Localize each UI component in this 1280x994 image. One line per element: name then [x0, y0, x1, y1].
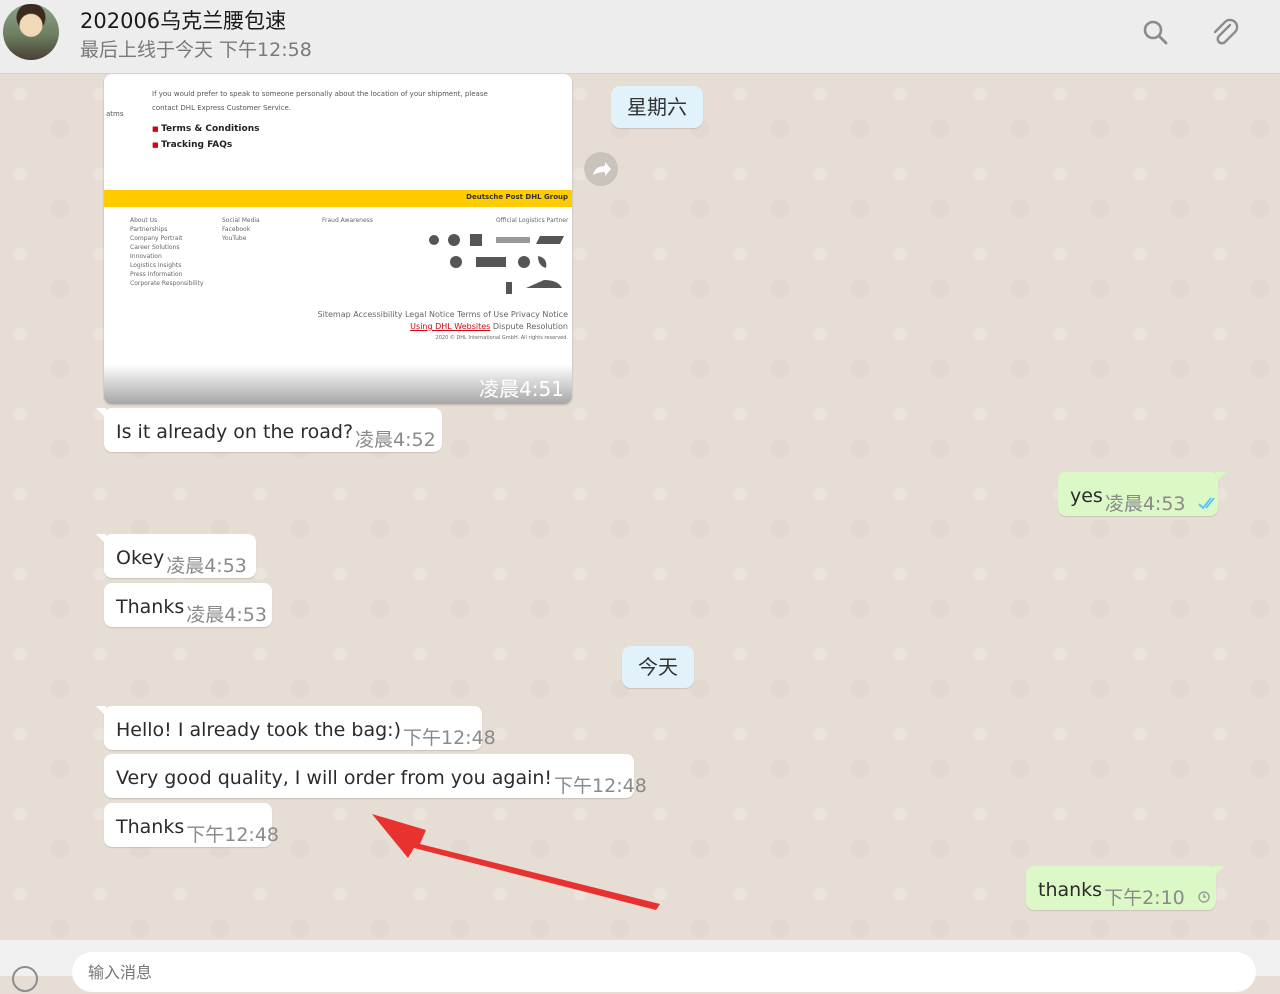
annotation-arrow — [372, 814, 660, 910]
incoming-message[interactable]: Is it already on the road? 凌晨4:52 — [96, 408, 442, 452]
doc-side-label: atms — [106, 110, 124, 118]
outgoing-message[interactable]: yes 凌晨4:53 — [1058, 472, 1226, 516]
doc-copyright: 2020 © DHL International GmbH. All right… — [435, 335, 568, 341]
last-seen-status: 最后上线于今天 下午12:58 — [80, 39, 312, 61]
message-text: Is it already on the road? — [116, 421, 354, 443]
doc-intro-text: If you would prefer to speak to someone … — [152, 90, 488, 98]
incoming-message[interactable]: Okey 凌晨4:53 — [96, 534, 256, 578]
message-time: 下午2:10 — [1104, 887, 1185, 909]
contact-avatar[interactable] — [3, 4, 59, 60]
message-text: Thanks — [116, 816, 185, 838]
partner-logos-image — [429, 234, 564, 294]
message-time: 下午12:48 — [186, 824, 280, 846]
pending-clock-icon — [1198, 891, 1210, 903]
message-time: 下午12:48 — [403, 727, 496, 749]
date-separator: 星期六 — [611, 86, 703, 128]
message-time: 凌晨4:53 — [186, 604, 267, 626]
incoming-message[interactable]: Very good quality, I will order from you… — [104, 754, 647, 798]
doc-footer-social: Social Media Facebook YouTube — [222, 217, 260, 242]
incoming-message[interactable]: Thanks 下午12:48 — [104, 803, 279, 847]
message-time: 凌晨4:51 — [479, 377, 564, 401]
message-text: yes — [1070, 485, 1103, 507]
message-text: thanks — [1038, 879, 1103, 901]
doc-footer-partner: Official Logistics Partner — [496, 217, 569, 224]
paperclip-icon[interactable] — [1208, 16, 1242, 50]
doc-footer-about: About Us Partnerships Company Portrait C… — [130, 217, 204, 287]
message-list[interactable]: If you would prefer to speak to someone … — [0, 74, 1280, 940]
message-text: Thanks — [116, 596, 185, 618]
message-time: 下午12:48 — [554, 775, 647, 797]
message-text: Hello! I already took the bag:) — [116, 719, 401, 741]
message-time: 凌晨4:52 — [355, 429, 436, 451]
doc-contact-text: contact DHL Express Customer Service. — [152, 104, 292, 112]
emoji-icon[interactable] — [10, 964, 40, 994]
outgoing-message[interactable]: thanks 下午2:10 — [1026, 866, 1224, 910]
doc-link-terms: Terms & Conditions — [152, 124, 259, 134]
message-time: 凌晨4:53 — [1104, 493, 1186, 515]
doc-footer-links-2: Using DHL Websites Dispute Resolution — [410, 322, 568, 331]
dhl-yellow-banner: Deutsche Post DHL Group — [104, 190, 572, 207]
message-input[interactable] — [72, 952, 1256, 992]
doc-link-dispute: Dispute Resolution — [492, 322, 568, 331]
doc-footer-fraud: Fraud Awareness — [322, 217, 373, 224]
doc-footer-links: Sitemap Accessibility Legal Notice Terms… — [317, 310, 568, 319]
chat-header: 202006乌克兰腰包速 最后上线于今天 下午12:58 — [0, 0, 1280, 74]
incoming-message[interactable]: Thanks 凌晨4:53 — [104, 583, 272, 627]
date-separator: 今天 — [622, 646, 694, 688]
composer-bar — [0, 940, 1280, 992]
dhl-banner-text: Deutsche Post DHL Group — [466, 193, 568, 201]
doc-link-using-dhl: Using DHL Websites — [410, 322, 491, 331]
contact-name[interactable]: 202006乌克兰腰包速 — [80, 5, 286, 35]
search-icon[interactable] — [1138, 16, 1172, 50]
message-text: Very good quality, I will order from you… — [116, 767, 553, 789]
double-check-icon — [1197, 497, 1215, 510]
incoming-message[interactable]: Hello! I already took the bag:) 下午12:48 — [96, 706, 496, 750]
doc-link-tracking-faqs: Tracking FAQs — [152, 140, 232, 150]
image-message[interactable]: If you would prefer to speak to someone … — [104, 74, 572, 404]
message-time: 凌晨4:53 — [166, 555, 247, 577]
forward-icon[interactable] — [584, 152, 618, 186]
message-text: Okey — [116, 547, 165, 569]
